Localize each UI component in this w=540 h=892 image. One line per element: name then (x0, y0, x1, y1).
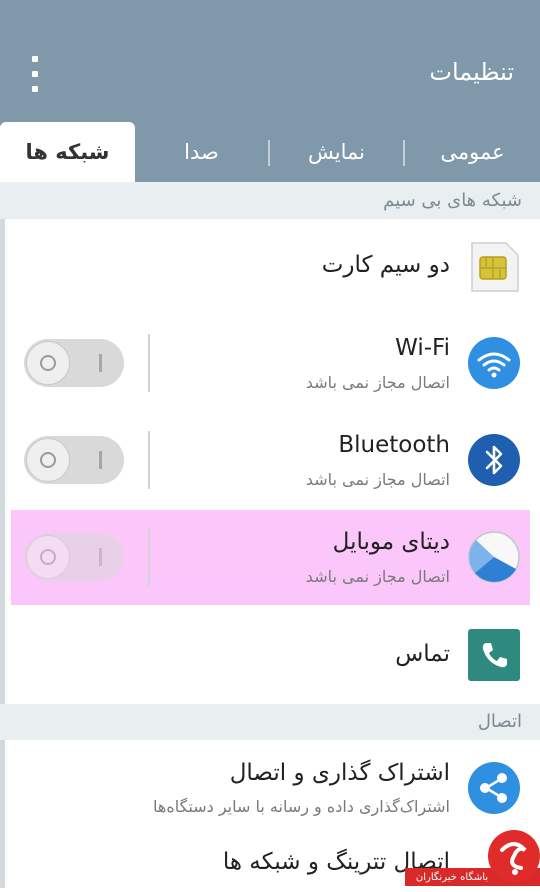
app-bar: تنظیمات (0, 0, 540, 122)
list-item-dual-sim[interactable]: دو سیم کارت (5, 219, 540, 316)
item-title: دیتای موبایل (332, 529, 450, 555)
wifi-icon (468, 337, 520, 389)
mobile-data-content[interactable]: دیتای موبایل اتصال مجاز نمی باشد (5, 509, 540, 606)
bluetooth-icon (468, 434, 520, 486)
item-title: Wi-Fi (395, 335, 450, 361)
list-item-bluetooth[interactable]: Bluetooth اتصال مجاز نمی باشد (5, 412, 540, 510)
divider (148, 431, 150, 489)
item-subtitle: اتصال مجاز نمی باشد (305, 470, 450, 489)
mobile-data-toggle[interactable] (24, 533, 124, 581)
more-options-icon[interactable] (28, 56, 42, 92)
item-title: اشتراک گذاری و اتصال (229, 760, 450, 786)
section-header-connection: اتصال (0, 704, 540, 740)
item-subtitle: اشتراک‌گذاری داده و رسانه با سایر دستگاه… (153, 797, 450, 816)
tab-sound[interactable]: صدا (135, 122, 268, 182)
list-item-share-connect[interactable]: اشتراک گذاری و اتصال اشتراک‌گذاری داده و… (5, 740, 540, 839)
list-item-call[interactable]: تماس (5, 606, 540, 705)
data-usage-icon (468, 531, 520, 583)
bluetooth-toggle[interactable] (24, 436, 124, 484)
tab-general[interactable]: عمومی (405, 122, 540, 182)
tab-display[interactable]: نمایش (270, 122, 403, 182)
watermark-logo: باشگاه خبرنگاران (405, 830, 540, 888)
list-item-wifi[interactable]: Wi-Fi اتصال مجاز نمی باشد (5, 315, 540, 413)
wifi-toggle[interactable] (24, 339, 124, 387)
item-subtitle: اتصال مجاز نمی باشد (305, 373, 450, 392)
item-title: Bluetooth (338, 432, 450, 458)
phone-icon (468, 629, 520, 681)
divider (148, 528, 150, 586)
item-title: تماس (395, 641, 450, 667)
divider (148, 334, 150, 392)
section-header-wireless: شبکه های بی سیم (0, 182, 540, 219)
page-title: تنظیمات (429, 58, 514, 86)
sim-card-icon (471, 242, 519, 292)
item-title: دو سیم کارت (321, 252, 450, 278)
tab-networks[interactable]: شبکه ها (0, 122, 135, 182)
item-subtitle: اتصال مجاز نمی باشد (305, 567, 450, 586)
watermark-text: باشگاه خبرنگاران (415, 872, 489, 883)
share-icon (468, 762, 520, 814)
tab-bar: شبکه ها صدا نمایش عمومی (0, 122, 540, 182)
